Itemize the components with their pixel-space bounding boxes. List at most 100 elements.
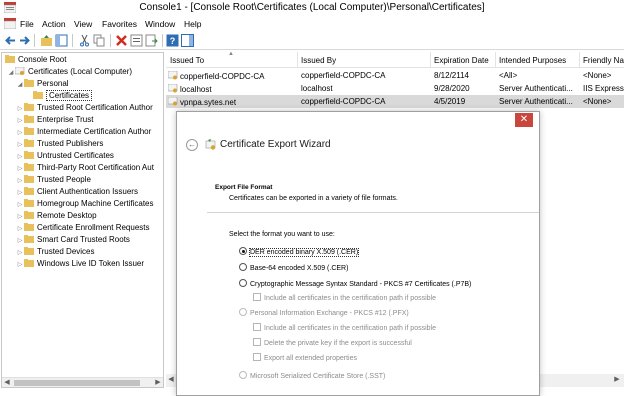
back-arrow-icon[interactable] xyxy=(4,34,17,47)
tree-item-certificates[interactable]: Certificates xyxy=(33,90,93,102)
menu-action[interactable]: Action xyxy=(42,19,66,29)
option-pfx-export-properties[interactable]: Export all extended properties xyxy=(253,353,357,363)
system-menu-icon[interactable] xyxy=(4,18,16,29)
scroll-left-icon[interactable]: ◀ xyxy=(166,375,176,383)
cell-friendly-name: <None> xyxy=(583,71,612,80)
list-header: ▲ Issued To Issued By Expiration Date In… xyxy=(166,52,624,68)
tree-item-store[interactable]: ▷ Trusted People xyxy=(16,174,91,186)
tree-item-store[interactable]: ▷ Third-Party Root Certification Aut xyxy=(16,162,154,174)
folder-icon xyxy=(24,163,34,171)
menu-help[interactable]: Help xyxy=(184,19,201,29)
checkbox-pfx-include-chain[interactable] xyxy=(253,323,261,331)
tree-item-certificates-local-computer[interactable]: ◢ Certificates (Local Computer) xyxy=(7,66,132,78)
radio-base64[interactable] xyxy=(239,263,247,271)
column-divider[interactable] xyxy=(579,52,580,68)
tree-item-personal[interactable]: ◢ Personal xyxy=(16,78,69,90)
checkbox-pfx-export-properties[interactable] xyxy=(253,353,261,361)
column-header-issued-by[interactable]: Issued By xyxy=(301,56,336,65)
tree-item-label: Windows Live ID Token Issuer xyxy=(37,259,145,268)
table-row[interactable]: copperfield-COPDC-CA copperfield-COPDC-C… xyxy=(166,69,624,82)
cell-friendly-name: <None> xyxy=(583,97,612,106)
tree-item-store[interactable]: ▷ Untrusted Certificates xyxy=(16,150,114,162)
option-der-encoded[interactable]: DER encoded binary X.509 (.CER) xyxy=(239,247,360,257)
folder-icon xyxy=(24,175,34,183)
tree-item-store[interactable]: ▷ Trusted Devices xyxy=(16,246,95,258)
column-header-expiration-date[interactable]: Expiration Date xyxy=(434,56,489,65)
menu-file[interactable]: File xyxy=(20,19,34,29)
option-base64[interactable]: Base-64 encoded X.509 (.CER) xyxy=(239,263,348,273)
tree-item-store[interactable]: ▷ Enterprise Trust xyxy=(16,114,93,126)
cell-issued-by: localhost xyxy=(301,84,333,93)
delete-icon[interactable] xyxy=(115,34,128,47)
column-divider[interactable] xyxy=(430,52,431,68)
checkbox-pfx-delete-key[interactable] xyxy=(253,338,261,346)
toolbar-separator xyxy=(162,34,163,47)
radio-sst[interactable] xyxy=(239,371,247,379)
cell-intended-purposes: <All> xyxy=(499,71,518,80)
option-sst[interactable]: Microsoft Serialized Certificate Store (… xyxy=(239,371,385,381)
cell-text: copperfield-COPDC-CA xyxy=(180,72,265,81)
tree-item-store[interactable]: ▷ Homegroup Machine Certificates xyxy=(16,198,154,210)
column-header-issued-to[interactable]: Issued To xyxy=(170,56,204,65)
table-row-selected[interactable]: vpnpa.sytes.net copperfield-COPDC-CA 4/5… xyxy=(166,95,624,108)
checkbox-pkcs7-include-chain[interactable] xyxy=(253,293,261,301)
option-pfx-include-chain[interactable]: Include all certificates in the certific… xyxy=(253,323,436,333)
tree-item-label: Certificate Enrollment Requests xyxy=(37,223,150,232)
folder-icon xyxy=(24,235,34,243)
show-hide-console-tree-icon[interactable] xyxy=(55,34,68,47)
scroll-right-icon[interactable]: ▶ xyxy=(612,375,622,383)
collapse-arrow-icon[interactable]: ◢ xyxy=(7,67,15,79)
tree-item-store[interactable]: ▷ Trusted Root Certification Author xyxy=(16,102,153,114)
tree-item-store[interactable]: ▷ Trusted Publishers xyxy=(16,138,103,150)
back-arrow-button[interactable]: ← xyxy=(186,139,198,151)
expand-arrow-icon[interactable]: ▷ xyxy=(16,259,24,271)
scroll-thumb[interactable] xyxy=(14,380,140,386)
option-pkcs7[interactable]: Cryptographic Message Syntax Standard - … xyxy=(239,279,471,289)
toolbar: ? xyxy=(0,31,624,50)
option-pfx-delete-key[interactable]: Delete the private key if the export is … xyxy=(253,338,412,348)
column-header-friendly-name[interactable]: Friendly Na xyxy=(583,56,624,65)
section-divider xyxy=(207,212,539,213)
option-pfx[interactable]: Personal Information Exchange - PKCS #12… xyxy=(239,308,409,318)
table-row[interactable]: localhost localhost 9/28/2020 Server Aut… xyxy=(166,82,624,95)
export-list-icon[interactable] xyxy=(145,34,158,47)
column-header-intended-purposes[interactable]: Intended Purposes xyxy=(499,56,566,65)
dialog-title-bar[interactable]: ✕ xyxy=(177,112,539,131)
tree-item-store[interactable]: ▷ Intermediate Certification Author xyxy=(16,126,151,138)
copy-icon[interactable] xyxy=(93,34,106,47)
tree-horizontal-scrollbar[interactable]: ◀ ▶ xyxy=(2,377,163,387)
menu-favorites[interactable]: Favorites xyxy=(102,19,137,29)
forward-arrow-icon[interactable] xyxy=(18,34,31,47)
close-button[interactable]: ✕ xyxy=(515,113,533,127)
column-divider[interactable] xyxy=(297,52,298,68)
tree-item-store[interactable]: ▷ Windows Live ID Token Issuer xyxy=(16,258,144,270)
tree-item-store[interactable]: ▷ Remote Desktop xyxy=(16,210,97,222)
collapse-arrow-icon[interactable]: ◢ xyxy=(16,79,24,91)
help-icon[interactable]: ? xyxy=(166,34,179,47)
radio-pfx[interactable] xyxy=(239,308,247,316)
scroll-left-icon[interactable]: ◀ xyxy=(2,378,12,387)
tree-item-store[interactable]: ▷ Smart Card Trusted Roots xyxy=(16,234,130,246)
option-label: Base-64 encoded X.509 (.CER) xyxy=(250,265,349,272)
column-divider[interactable] xyxy=(495,52,496,68)
tree-item-console-root[interactable]: Console Root xyxy=(5,54,66,66)
folder-icon xyxy=(24,139,34,147)
menu-view[interactable]: View xyxy=(74,19,92,29)
console-tree[interactable]: Console Root ◢ Certificates (Local Comput… xyxy=(1,52,164,388)
menu-window[interactable]: Window xyxy=(145,19,175,29)
option-pkcs7-include-chain[interactable]: Include all certificates in the certific… xyxy=(253,293,436,303)
show-hide-action-pane-icon[interactable] xyxy=(181,34,194,47)
tree-item-label: Trusted Publishers xyxy=(37,139,104,148)
cell-issued-by: copperfield-COPDC-CA xyxy=(301,71,386,80)
tree-item-store[interactable]: ▷ Client Authentication Issuers xyxy=(16,186,138,198)
properties-icon[interactable] xyxy=(130,34,143,47)
up-folder-icon[interactable] xyxy=(40,34,53,47)
tree-item-store[interactable]: ▷ Certificate Enrollment Requests xyxy=(16,222,150,234)
tree-item-label: Smart Card Trusted Roots xyxy=(37,235,130,244)
option-label: Microsoft Serialized Certificate Store (… xyxy=(250,373,386,380)
cut-icon[interactable] xyxy=(78,34,91,47)
folder-icon xyxy=(24,151,34,159)
radio-der[interactable] xyxy=(239,247,247,255)
radio-pkcs7[interactable] xyxy=(239,279,247,287)
scroll-right-icon[interactable]: ▶ xyxy=(153,378,163,387)
